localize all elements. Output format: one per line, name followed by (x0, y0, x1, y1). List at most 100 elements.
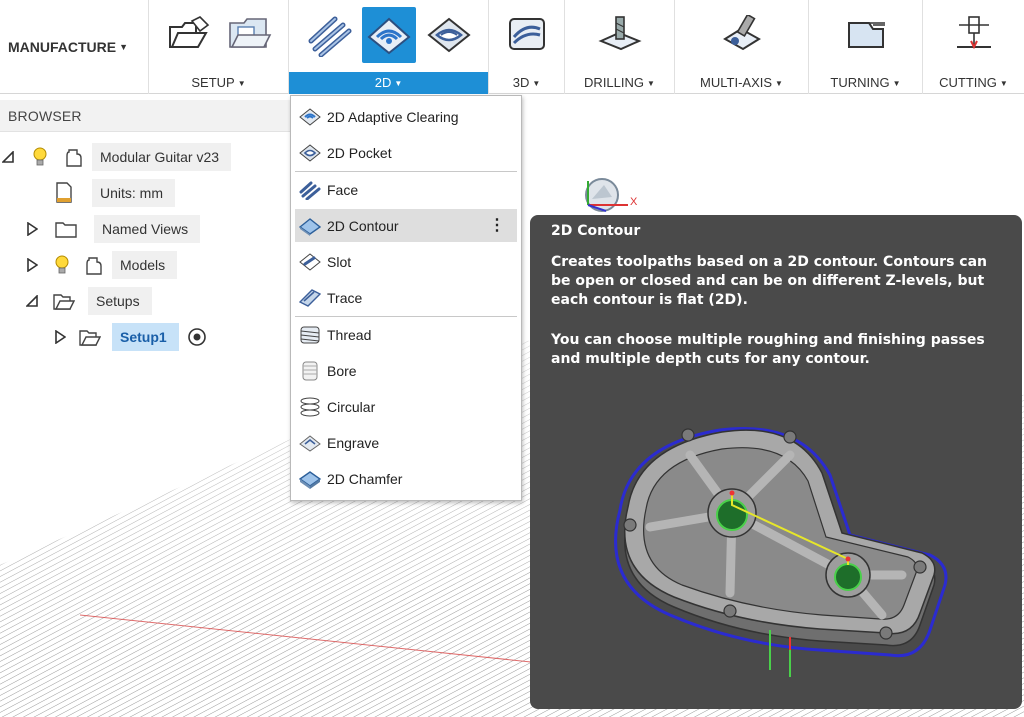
browser-node-label: Models (112, 251, 178, 279)
lightbulb-icon[interactable] (50, 253, 74, 277)
contour-toolpath-preview-image (614, 426, 948, 677)
menu-item-2d-pocket[interactable]: 2D Pocket (295, 136, 517, 169)
3d-adaptive-button[interactable] (500, 7, 554, 63)
menu-item-label: 2D Adaptive Clearing (327, 108, 459, 125)
setup-folder-icon (78, 325, 102, 349)
pocket-icon (426, 17, 471, 53)
browser-node-named-views[interactable]: Named Views (24, 214, 201, 244)
setup-folder-icon (52, 289, 76, 313)
2d-dropdown-menu: 2D Adaptive Clearing 2D Pocket Face 2D C… (290, 95, 522, 501)
toolbar-group-setup: SETUP ▼ (148, 0, 288, 94)
2d-adaptive-clearing-button[interactable] (361, 7, 416, 63)
slot-icon (299, 251, 321, 273)
more-options-icon[interactable]: ⋮ (489, 215, 505, 235)
menu-item-label: Engrave (327, 434, 380, 451)
2d-pocket-button[interactable] (422, 7, 476, 63)
thread-icon (299, 324, 321, 346)
browser-node-setup1[interactable]: Setup1 (52, 322, 211, 352)
new-setup-button[interactable] (162, 7, 216, 63)
tooltip-description: Creates toolpaths based on a 2D contour.… (551, 254, 988, 308)
menu-item-bore[interactable]: Bore (295, 354, 517, 387)
adaptive-clearing-icon (299, 106, 321, 128)
setup-folder-icon (168, 16, 209, 48)
browser-node-root[interactable]: Modular Guitar v23 (0, 142, 232, 172)
drill-button[interactable] (593, 7, 647, 63)
menu-item-engrave[interactable]: Engrave (295, 426, 517, 459)
toolbar-group-label-3d[interactable]: 3D ▼ (489, 72, 564, 94)
workspace-label: MANUFACTURE (8, 39, 117, 55)
menu-item-face[interactable]: Face (295, 173, 517, 206)
menu-item-circular[interactable]: Circular (295, 390, 517, 423)
menu-item-label: 2D Pocket (327, 144, 392, 161)
setup-sheet-icon (228, 18, 271, 48)
menu-item-trace[interactable]: Trace (295, 281, 517, 314)
tooltip-title: 2D Contour (551, 223, 641, 239)
toolbar-group-drilling: DRILLING ▼ (564, 0, 674, 94)
toolbar-group-label-drilling[interactable]: DRILLING ▼ (565, 72, 674, 94)
toolbar-group-label-cutting[interactable]: CUTTING ▼ (923, 72, 1024, 94)
collapse-triangle-icon[interactable] (24, 295, 40, 307)
face-milling-icon (308, 16, 351, 57)
cutting-button[interactable] (947, 7, 1001, 63)
caret-down-icon: ▼ (119, 42, 129, 52)
turning-icon (847, 22, 885, 48)
tooltip-2d-contour: 2D Contour Creates toolpaths based on a … (530, 215, 1022, 709)
toolbar-group-multiaxis: MULTI-AXIS ▼ (674, 0, 808, 94)
trace-icon (299, 287, 321, 309)
menu-separator (295, 316, 517, 317)
collapse-triangle-icon[interactable] (0, 151, 16, 163)
menu-item-2d-contour[interactable]: 2D Contour ⋮ (295, 209, 517, 242)
activate-setup-icon[interactable] (185, 325, 209, 349)
workspace-selector[interactable]: MANUFACTURE ▼ (0, 0, 148, 94)
menu-item-2d-adaptive-clearing[interactable]: 2D Adaptive Clearing (295, 100, 517, 133)
browser-panel: BROWSER Modular Guitar v23 Units: mm Nam… (0, 100, 290, 360)
menu-separator (295, 171, 517, 172)
browser-node-label: Modular Guitar v23 (92, 143, 232, 171)
multi-axis-icon (722, 15, 761, 51)
document-units-icon (52, 181, 76, 205)
2d-face-button[interactable] (302, 7, 356, 63)
browser-node-label: Units: mm (92, 179, 175, 207)
menu-item-label: Bore (327, 362, 357, 379)
menu-item-label: Trace (327, 289, 363, 306)
expand-triangle-icon[interactable] (24, 258, 40, 272)
face-icon (299, 179, 321, 201)
cutting-icon (956, 16, 991, 50)
toolbar-group-label-setup[interactable]: SETUP ▼ (149, 72, 288, 94)
toolbar-group-label-turning[interactable]: TURNING ▼ (809, 72, 922, 94)
turning-button[interactable] (839, 7, 893, 63)
component-icon (82, 253, 106, 277)
adaptive-clearing-icon (366, 17, 411, 55)
browser-title: BROWSER (0, 100, 290, 132)
toolbar-group-2d: 2D ▼ (288, 0, 488, 94)
pocket-icon (299, 142, 321, 164)
toolbar-group-turning: TURNING ▼ (808, 0, 922, 94)
menu-item-label: Thread (327, 326, 372, 343)
folder-icon (54, 217, 78, 241)
browser-node-setups[interactable]: Setups (24, 286, 152, 316)
menu-item-label: 2D Contour (327, 217, 399, 234)
menu-item-thread[interactable]: Thread (295, 318, 517, 351)
menu-item-label: Slot (327, 253, 352, 270)
component-icon (62, 145, 86, 169)
multi-axis-button[interactable] (715, 7, 769, 63)
browser-node-units[interactable]: Units: mm (52, 178, 175, 208)
setup-sheet-button[interactable] (222, 7, 276, 63)
bore-icon (299, 360, 321, 382)
toolbar-group-label-2d[interactable]: 2D ▼ (289, 72, 488, 94)
toolbar-group-label-multiaxis[interactable]: MULTI-AXIS ▼ (675, 72, 808, 94)
browser-node-label: Setups (88, 287, 152, 315)
menu-item-label: Circular (327, 398, 376, 415)
menu-item-2d-chamfer[interactable]: 2D Chamfer (295, 462, 517, 495)
lightbulb-icon[interactable] (28, 145, 52, 169)
menu-item-slot[interactable]: Slot (295, 245, 517, 278)
engrave-icon (299, 432, 321, 454)
tooltip-hint: You can choose multiple roughing and fin… (551, 332, 985, 367)
expand-triangle-icon[interactable] (52, 330, 68, 344)
menu-item-label: Face (327, 181, 359, 198)
browser-node-models[interactable]: Models (24, 250, 178, 280)
circular-icon (299, 396, 321, 418)
toolbar-group-cutting: CUTTING ▼ (922, 0, 1024, 94)
expand-triangle-icon[interactable] (24, 222, 40, 236)
chamfer-icon (299, 468, 321, 490)
